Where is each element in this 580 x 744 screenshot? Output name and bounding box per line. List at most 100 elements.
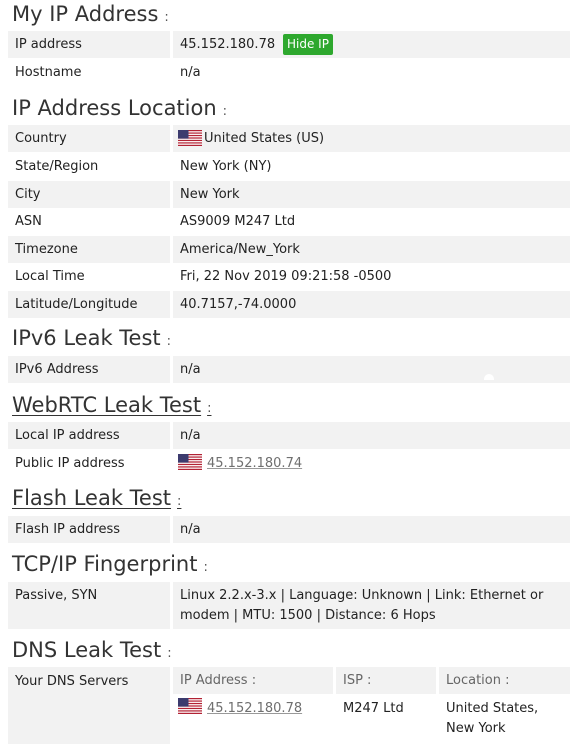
section-title-text: DNS Leak Test [12,638,162,662]
section-colon: : [164,10,169,25]
row-label-cell: Country [8,125,170,152]
row-label-cell: Local IP address [8,422,170,449]
row-value-cell: 45.152.180.74 [173,450,570,477]
row-label-cell: Timezone [8,236,170,263]
row-label: Passive, SYN [15,588,98,603]
section-title-ipv6: IPv6 Leak Test: [12,324,171,352]
ip-leak-report: My IP Address: IP address 45.152.180.78 … [0,0,580,744]
decorative-notch [484,374,494,380]
table-row-public-ip: Public IP address 45.152.180.74 [8,450,570,477]
row-value-cell: Linux 2.2.x-3.x | Language: Unknown | Li… [173,582,570,629]
section-title-tcp: TCP/IP Fingerprint: [12,550,208,578]
row-label-cell: ASN [8,208,170,235]
row-label: IP address [15,37,82,52]
table-row-city: City New York [8,181,570,208]
row-label-cell: Public IP address [8,450,170,477]
asn-value: AS9009 M247 Ltd [180,214,296,229]
table-row-local-ip: Local IP address n/a [8,422,570,449]
section-colon: : [166,334,172,349]
row-value-cell: 45.152.180.78 Hide IP [173,31,570,58]
dns-header-isp: ISP : [336,667,436,694]
row-label-cell: Flash IP address [8,516,170,543]
local-ip-value: n/a [180,428,201,443]
row-label-cell: State/Region [8,153,170,180]
section-title-webrtc[interactable]: WebRTC Leak Test: [12,391,211,419]
dns-server-isp: M247 Ltd [343,701,404,716]
us-flag-icon [178,130,202,146]
table-row-local-time: Local Time Fri, 22 Nov 2019 09:21:58 -05… [8,263,570,290]
dns-server-ip-link[interactable]: 45.152.180.78 [207,699,302,719]
row-label-cell: City [8,181,170,208]
row-label: Local Time [15,269,85,284]
table-row-ip-address: IP address 45.152.180.78 Hide IP [8,31,570,58]
table-row-timezone: Timezone America/New_York [8,236,570,263]
fingerprint-line-2: modem | MTU: 1500 | Distance: 6 Hops [180,608,436,623]
lat-long-value: 40.7157,-74.0000 [180,297,297,312]
table-row-state: State/Region New York (NY) [8,153,570,180]
row-value-cell: New York [173,181,570,208]
section-colon: : [222,104,228,119]
dns-header-location-text: Location : [446,673,510,688]
city-value: New York [180,187,240,202]
dns-header-ip-text: IP Address : [180,673,257,688]
row-label: Flash IP address [15,522,121,537]
row-value-cell: United States (US) [173,125,570,152]
row-value-cell: n/a [173,422,570,449]
table-row-hostname: Hostname n/a [8,59,570,87]
section-colon: : [177,494,182,509]
row-label: Country [15,131,67,146]
public-ip-link[interactable]: 45.152.180.74 [207,450,302,477]
section-colon: : [167,646,172,661]
fingerprint-line-1: Linux 2.2.x-3.x | Language: Unknown | Li… [180,588,544,603]
section-title-location: IP Address Location: [12,94,227,122]
table-row-lat-long: Latitude/Longitude 40.7157,-74.0000 [8,291,570,318]
table-row-flash-ip: Flash IP address n/a [8,516,570,543]
section-title-text: TCP/IP Fingerprint [12,552,198,576]
row-value-cell: n/a [173,59,570,87]
row-value-cell: n/a [173,356,570,383]
row-label: ASN [15,214,42,229]
section-title-text: IPv6 Leak Test [12,326,161,350]
dns-server-ip-cell: 45.152.180.78 [173,695,333,744]
table-row-asn: ASN AS9009 M247 Ltd [8,208,570,235]
row-value-cell: n/a [173,516,570,543]
row-label: IPv6 Address [15,362,99,377]
row-label: State/Region [15,159,99,174]
section-title-dns: DNS Leak Test: [12,636,172,664]
row-label: Hostname [15,65,82,80]
row-label-cell: Hostname [8,59,170,87]
row-label-cell: IP address [8,31,170,58]
dns-server-location-cell: United States, New York [439,695,570,744]
ip-address-value: 45.152.180.78 [180,37,276,52]
row-label-cell: Passive, SYN [8,582,170,629]
flash-ip-value: n/a [180,522,201,537]
row-label-cell: Latitude/Longitude [8,291,170,318]
row-label: Local IP address [15,428,120,443]
section-colon: : [203,560,208,575]
us-flag-icon [178,698,202,714]
section-title-text[interactable]: WebRTC Leak Test [12,393,201,417]
hide-ip-button[interactable]: Hide IP [283,34,333,55]
section-title-text: My IP Address [12,2,159,26]
section-colon: : [207,401,212,416]
row-label-cell: Local Time [8,263,170,290]
row-value-cell: Fri, 22 Nov 2019 09:21:58 -0500 [173,263,570,290]
dns-servers-block: Your DNS Servers IP Address : ISP : Loca… [8,667,570,744]
row-value-cell: America/New_York [173,236,570,263]
row-label: Latitude/Longitude [15,297,138,312]
local-time-value: Fri, 22 Nov 2019 09:21:58 -0500 [180,269,392,284]
table-row-country: Country United States (US) [8,125,570,152]
row-label: Timezone [15,242,78,257]
dns-header-ip: IP Address : [173,667,333,694]
us-flag-icon [178,454,202,470]
section-title-text: IP Address Location [12,96,217,120]
dns-server-location-line-1: United States, [446,701,539,716]
row-label: City [15,187,41,202]
row-value-cell: New York (NY) [173,153,570,180]
ipv6-value: n/a [180,362,201,377]
row-label: Public IP address [15,456,125,471]
section-title-flash[interactable]: Flash Leak Test: [12,484,181,512]
dns-header-location: Location : [439,667,570,694]
section-title-text[interactable]: Flash Leak Test [12,486,171,510]
section-title-my-ip: My IP Address: [12,0,169,28]
